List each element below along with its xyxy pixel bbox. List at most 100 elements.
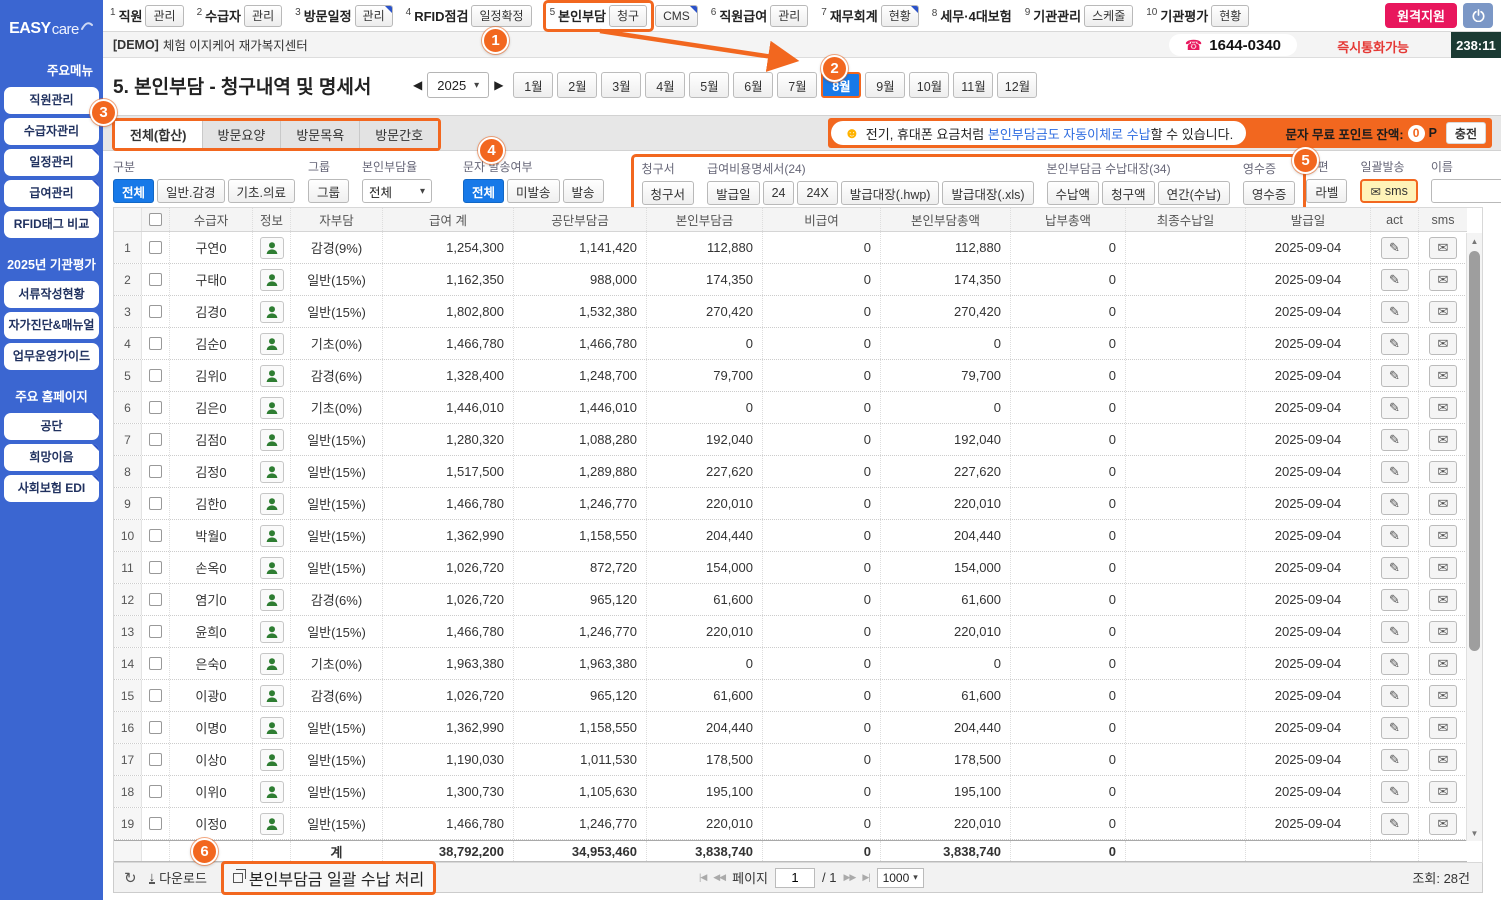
edit-button[interactable]: ✎ <box>1380 556 1409 579</box>
sidebar-item-자가진단&매뉴얼[interactable]: 자가진단&매뉴얼 <box>4 312 99 339</box>
sms-button[interactable]: ✉ <box>1429 652 1457 675</box>
nav-sub-button[interactable]: 관리 <box>145 4 184 27</box>
sms-button[interactable]: ✉ <box>1429 492 1457 515</box>
row-checkbox[interactable] <box>149 433 162 446</box>
nav-sub-button[interactable]: 일정확정 <box>471 4 532 27</box>
prev-page-button[interactable]: ◀◀ <box>713 872 726 883</box>
power-button[interactable] <box>1463 3 1493 28</box>
next-year-button[interactable]: ▶ <box>494 78 503 92</box>
sidebar-item-서류작성현황[interactable]: 서류작성현황 <box>4 281 99 308</box>
sidebar-item-RFID태그 비교[interactable]: RFID태그 비교 <box>4 211 99 238</box>
gubun-기초.의료[interactable]: 기초.의료 <box>227 179 295 203</box>
recipient-info-button[interactable] <box>259 492 284 515</box>
row-checkbox[interactable] <box>149 657 162 670</box>
sms-button[interactable]: ✉ <box>1429 300 1457 323</box>
row-checkbox[interactable] <box>149 273 162 286</box>
month-button-4월[interactable]: 4월 <box>645 72 686 98</box>
edit-button[interactable]: ✎ <box>1380 236 1409 259</box>
recipient-info-button[interactable] <box>259 524 284 547</box>
edit-button[interactable]: ✎ <box>1380 332 1409 355</box>
receipt-영수증[interactable]: 영수증 <box>1242 181 1296 205</box>
sidebar-item-희망이음[interactable]: 희망이음 <box>4 444 99 471</box>
recipient-info-button[interactable] <box>259 364 284 387</box>
sms-button[interactable]: ✉ <box>1429 588 1457 611</box>
nav-menu-3[interactable]: 방문일정 <box>304 6 352 25</box>
scroll-down-icon[interactable]: ▼ <box>1467 825 1482 841</box>
scroll-up-icon[interactable]: ▲ <box>1467 233 1482 249</box>
remote-support-button[interactable]: 원격지원 <box>1385 3 1457 28</box>
edit-button[interactable]: ✎ <box>1380 652 1409 675</box>
nav-menu-6[interactable]: 직원급여 <box>719 6 767 25</box>
nav-menu-8[interactable]: 세무·4대보험 <box>940 6 1011 25</box>
sms-button[interactable]: ✉ <box>1429 812 1457 835</box>
sidebar-item-직원관리[interactable]: 직원관리 <box>4 87 99 114</box>
nav-sub-button[interactable]: 관리 <box>770 4 809 27</box>
month-button-1월[interactable]: 1월 <box>513 72 554 98</box>
statement-발급대장(.hwp)[interactable]: 발급대장(.hwp) <box>840 181 940 205</box>
row-checkbox[interactable] <box>149 465 162 478</box>
statement-24[interactable]: 24 <box>762 181 795 205</box>
name-input[interactable] <box>1430 179 1501 203</box>
nav-menu-1[interactable]: 직원 <box>119 6 143 25</box>
statement-발급대장(.xls)[interactable]: 발급대장(.xls) <box>942 181 1034 205</box>
nav-menu-2[interactable]: 수급자 <box>205 6 241 25</box>
sms-button[interactable]: ✉ <box>1429 684 1457 707</box>
nav-sub-button[interactable]: CMS <box>655 4 698 27</box>
gubun-일반.감경[interactable]: 일반.감경 <box>157 179 225 203</box>
statement-24X[interactable]: 24X <box>797 181 838 205</box>
recipient-info-button[interactable] <box>259 716 284 739</box>
recipient-info-button[interactable] <box>259 748 284 771</box>
last-page-button[interactable]: ▶| <box>862 872 870 883</box>
edit-button[interactable]: ✎ <box>1380 812 1409 835</box>
month-button-10월[interactable]: 10월 <box>909 72 950 98</box>
sms-bulk-button[interactable]: ✉ sms <box>1360 179 1418 203</box>
row-checkbox[interactable] <box>149 593 162 606</box>
sidebar-item-수급자관리[interactable]: 수급자관리 <box>4 118 99 145</box>
sms-button[interactable]: ✉ <box>1429 524 1457 547</box>
sidebar-item-일정관리[interactable]: 일정관리 <box>4 149 99 176</box>
sms-button[interactable]: ✉ <box>1429 364 1457 387</box>
nav-menu-4[interactable]: RFID점검 <box>414 6 468 25</box>
refresh-icon[interactable]: ↻ <box>124 869 137 887</box>
month-button-12월[interactable]: 12월 <box>997 72 1038 98</box>
recipient-info-button[interactable] <box>259 652 284 675</box>
edit-button[interactable]: ✎ <box>1380 748 1409 771</box>
next-page-button[interactable]: ▶▶ <box>843 872 856 883</box>
mail-label-button[interactable]: 라벨 <box>1306 179 1348 203</box>
tab-방문간호[interactable]: 방문간호 <box>360 121 439 148</box>
ledger-청구액[interactable]: 청구액 <box>1102 181 1155 205</box>
row-checkbox[interactable] <box>149 785 162 798</box>
edit-button[interactable]: ✎ <box>1380 364 1409 387</box>
sms-button[interactable]: ✉ <box>1429 236 1457 259</box>
edit-button[interactable]: ✎ <box>1380 492 1409 515</box>
month-button-9월[interactable]: 9월 <box>865 72 906 98</box>
scrollbar-thumb[interactable] <box>1469 251 1480 651</box>
table-scrollbar[interactable]: ▲ ▼ <box>1466 233 1482 841</box>
recipient-info-button[interactable] <box>259 620 284 643</box>
sidebar-item-업무운영가이드[interactable]: 업무운영가이드 <box>4 343 99 370</box>
nav-sub-button[interactable]: 청구 <box>609 4 648 27</box>
tab-방문목욕[interactable]: 방문목욕 <box>281 121 361 148</box>
edit-button[interactable]: ✎ <box>1380 524 1409 547</box>
month-button-8월[interactable]: 8월 <box>821 72 862 98</box>
recipient-info-button[interactable] <box>259 236 284 259</box>
nav-menu-10[interactable]: 기관평가 <box>1160 6 1208 25</box>
nav-menu-9[interactable]: 기관관리 <box>1033 6 1081 25</box>
phone-pill[interactable]: ☎ 1644-0340 <box>1168 34 1297 56</box>
sidebar-item-공단[interactable]: 공단 <box>4 413 99 440</box>
row-checkbox[interactable] <box>149 689 162 702</box>
edit-button[interactable]: ✎ <box>1380 460 1409 483</box>
first-page-button[interactable]: |◀ <box>699 872 707 883</box>
sms-button[interactable]: ✉ <box>1429 556 1457 579</box>
row-checkbox[interactable] <box>149 337 162 350</box>
recipient-info-button[interactable] <box>259 588 284 611</box>
nav-sub-button[interactable]: 관리 <box>244 4 283 27</box>
nav-sub-button[interactable]: 현황 <box>1211 4 1250 27</box>
recipient-info-button[interactable] <box>259 812 284 835</box>
edit-button[interactable]: ✎ <box>1380 684 1409 707</box>
sms-button[interactable]: ✉ <box>1429 460 1457 483</box>
row-checkbox[interactable] <box>149 561 162 574</box>
edit-button[interactable]: ✎ <box>1380 780 1409 803</box>
easycare-logo[interactable]: EASY care <box>0 0 103 54</box>
sms-status-미발송[interactable]: 미발송 <box>507 179 560 203</box>
